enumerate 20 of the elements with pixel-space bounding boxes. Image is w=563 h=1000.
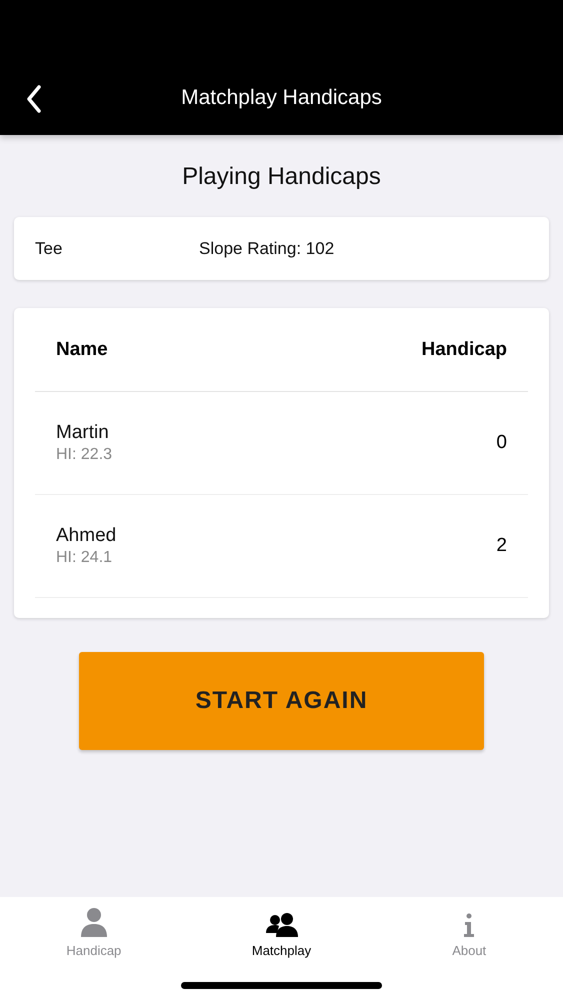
slope-rating: Slope Rating: 102 <box>199 238 334 258</box>
back-icon[interactable] <box>26 85 42 113</box>
handicap-index: HI: 22.3 <box>56 446 112 464</box>
playing-handicap: 0 <box>496 432 507 454</box>
tee-label: Tee <box>35 238 64 258</box>
info-icon <box>463 913 476 937</box>
tab[interactable]: Handicap <box>0 897 188 1000</box>
handicap-index: HI: 24.1 <box>56 549 114 567</box>
column-header: Name <box>56 338 108 360</box>
player-name: Ahmed <box>56 525 116 547</box>
player-name: Martin <box>56 422 110 444</box>
column-header: Handicap <box>421 338 507 360</box>
page-heading: Playing Handicaps <box>181 163 382 191</box>
person-icon <box>80 907 108 937</box>
playing-handicap: 2 <box>496 535 507 557</box>
window-title: Matchplay Handicaps <box>181 86 382 110</box>
tab[interactable]: Matchplay <box>188 897 376 1000</box>
tab[interactable]: About <box>375 897 563 1000</box>
start-again-button[interactable]: START AGAIN <box>79 652 484 750</box>
people-icon <box>266 913 298 937</box>
